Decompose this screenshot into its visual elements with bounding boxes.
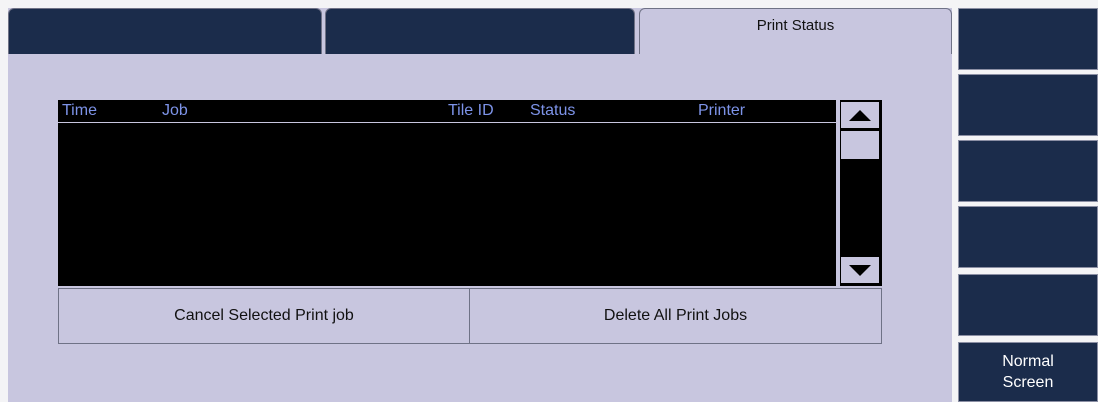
normal-screen-line1: Normal <box>1002 353 1054 370</box>
column-tile-id[interactable]: Tile ID <box>448 102 494 120</box>
table-scrollbar[interactable] <box>840 100 882 286</box>
scroll-thumb[interactable] <box>840 130 880 160</box>
column-printer[interactable]: Printer <box>698 102 745 120</box>
arrow-up-icon <box>849 109 871 121</box>
column-job[interactable]: Job <box>162 102 188 120</box>
side-button-3[interactable] <box>958 140 1098 202</box>
tab-1[interactable] <box>8 8 322 54</box>
cancel-selected-print-job-label: Cancel Selected Print job <box>174 307 354 324</box>
column-status[interactable]: Status <box>530 102 575 120</box>
delete-all-print-jobs-label: Delete All Print Jobs <box>603 307 748 324</box>
side-button-3-label <box>959 141 1097 144</box>
side-button-2[interactable] <box>958 74 1098 136</box>
scroll-up-button[interactable] <box>840 101 880 129</box>
side-button-4[interactable] <box>958 206 1098 268</box>
print-jobs-table[interactable]: Time Job Tile ID Status Printer <box>58 100 836 286</box>
table-header: Time Job Tile ID Status Printer <box>58 100 836 123</box>
tab-print-status[interactable]: Print Status <box>639 8 952 54</box>
normal-screen-line2: Screen <box>1002 374 1054 391</box>
cancel-selected-print-job-button[interactable]: Cancel Selected Print job <box>58 288 470 344</box>
side-button-5[interactable] <box>958 274 1098 336</box>
normal-screen-button[interactable]: Normal Screen <box>958 342 1098 402</box>
delete-all-print-jobs-button[interactable]: Delete All Print Jobs <box>469 288 882 344</box>
arrow-down-icon <box>849 264 871 276</box>
side-button-1[interactable] <box>958 8 1098 70</box>
tab-print-status-label: Print Status <box>756 17 835 34</box>
side-button-1-label <box>959 9 1097 12</box>
side-button-2-label <box>959 75 1097 78</box>
side-button-4-label <box>959 207 1097 210</box>
column-time[interactable]: Time <box>62 102 97 120</box>
side-button-5-label <box>959 275 1097 278</box>
scroll-down-button[interactable] <box>840 256 880 284</box>
table-body[interactable] <box>58 123 836 286</box>
tab-2[interactable] <box>325 8 635 54</box>
